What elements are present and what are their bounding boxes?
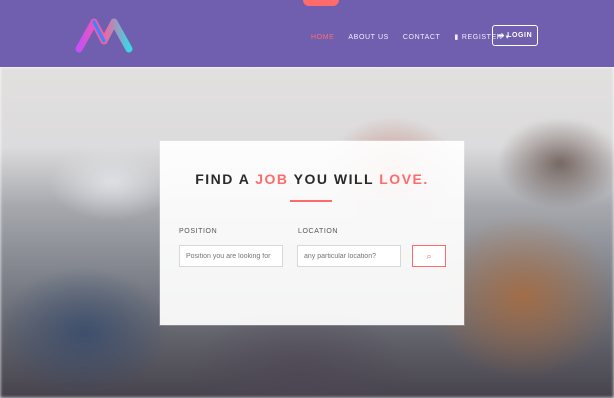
main-nav: HOME ABOUT US CONTACT ▮ REGISTER ▾ [311, 33, 510, 42]
location-label: LOCATION [298, 228, 339, 235]
search-icon: ⌕ [426, 250, 432, 261]
user-icon: ▮ [454, 34, 459, 41]
page-title: FIND A JOB YOU WILL LOVE. [195, 171, 429, 187]
login-button[interactable]: ➜ LOGIN [492, 25, 538, 46]
nav-home[interactable]: HOME [311, 34, 334, 41]
logo[interactable] [74, 18, 134, 53]
nav-about-us[interactable]: ABOUT US [348, 34, 388, 41]
top-navbar: HOME ABOUT US CONTACT ▮ REGISTER ▾ ➜ LOG… [0, 0, 614, 67]
page: HOME ABOUT US CONTACT ▮ REGISTER ▾ ➜ LOG… [0, 0, 614, 398]
position-label: POSITION [179, 228, 218, 235]
active-tab-indicator [303, 0, 339, 6]
login-label: LOGIN [507, 32, 533, 39]
job-search-card: FIND A JOB YOU WILL LOVE. POSITION LOCAT… [160, 141, 464, 325]
nav-contact[interactable]: CONTACT [403, 34, 441, 41]
position-input[interactable] [179, 245, 283, 267]
search-button[interactable]: ⌕ [412, 245, 446, 267]
location-input[interactable] [297, 245, 401, 267]
title-divider [290, 200, 332, 202]
login-icon: ➜ [497, 31, 506, 40]
